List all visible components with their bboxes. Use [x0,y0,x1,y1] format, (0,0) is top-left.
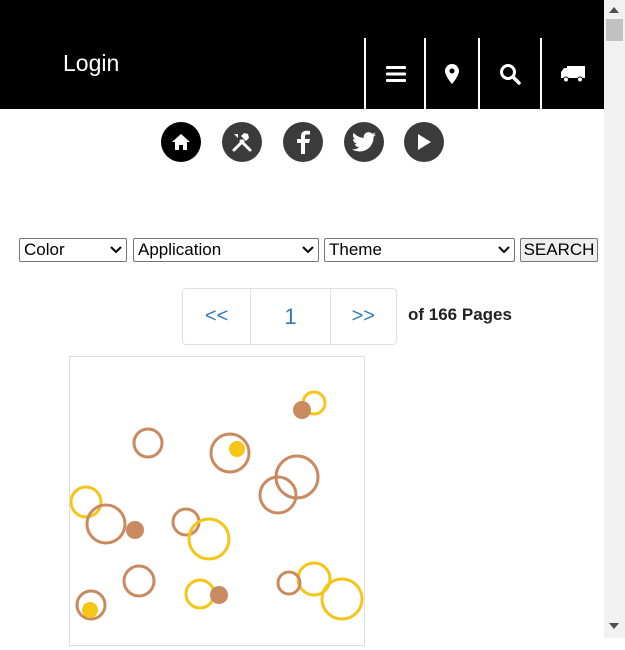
home-button[interactable] [161,122,201,162]
scrollbar[interactable] [604,0,625,638]
twitter-icon [352,132,376,152]
play-icon [418,134,431,150]
truck-icon [561,65,585,82]
search-submit-button[interactable]: SEARCH [520,238,598,262]
pagination: << 1 >> [182,288,397,345]
home-icon [172,134,190,150]
circle-pattern-image [69,390,364,621]
chevron-down-icon [498,246,510,254]
chevron-down-icon [110,246,122,254]
application-select-value: Application [138,240,222,259]
twitter-button[interactable] [344,122,384,162]
search-icon [500,63,521,85]
facebook-icon [297,130,310,154]
location-pin-icon [445,63,459,84]
prev-page-link[interactable]: << [183,289,252,344]
menu-icon [385,65,406,82]
filter-bar: Color Application Theme SEARCH [0,238,604,264]
menu-button[interactable] [366,38,425,109]
color-select[interactable]: Color [19,238,127,262]
application-select[interactable]: Application [133,238,319,262]
shipping-button[interactable] [542,38,604,109]
tools-button[interactable] [222,122,262,162]
top-bar: Login [0,0,604,109]
current-page-link[interactable]: 1 [251,289,331,344]
chevron-down-icon [302,246,314,254]
video-button[interactable] [404,122,444,162]
tools-icon [232,133,252,152]
theme-select-value: Theme [329,240,382,259]
scrollbar-thumb[interactable] [606,19,623,41]
search-button[interactable] [480,38,540,109]
scroll-up-arrow-icon[interactable] [609,7,619,13]
login-link[interactable]: Login [63,50,119,77]
facebook-button[interactable] [283,122,323,162]
product-thumbnail[interactable] [69,356,365,646]
next-page-link[interactable]: >> [331,289,396,344]
page-count-text: of 166 Pages [408,305,512,324]
theme-select[interactable]: Theme [324,238,515,262]
scroll-down-arrow-icon[interactable] [609,623,619,629]
location-button[interactable] [426,38,478,109]
color-select-value: Color [24,240,65,259]
